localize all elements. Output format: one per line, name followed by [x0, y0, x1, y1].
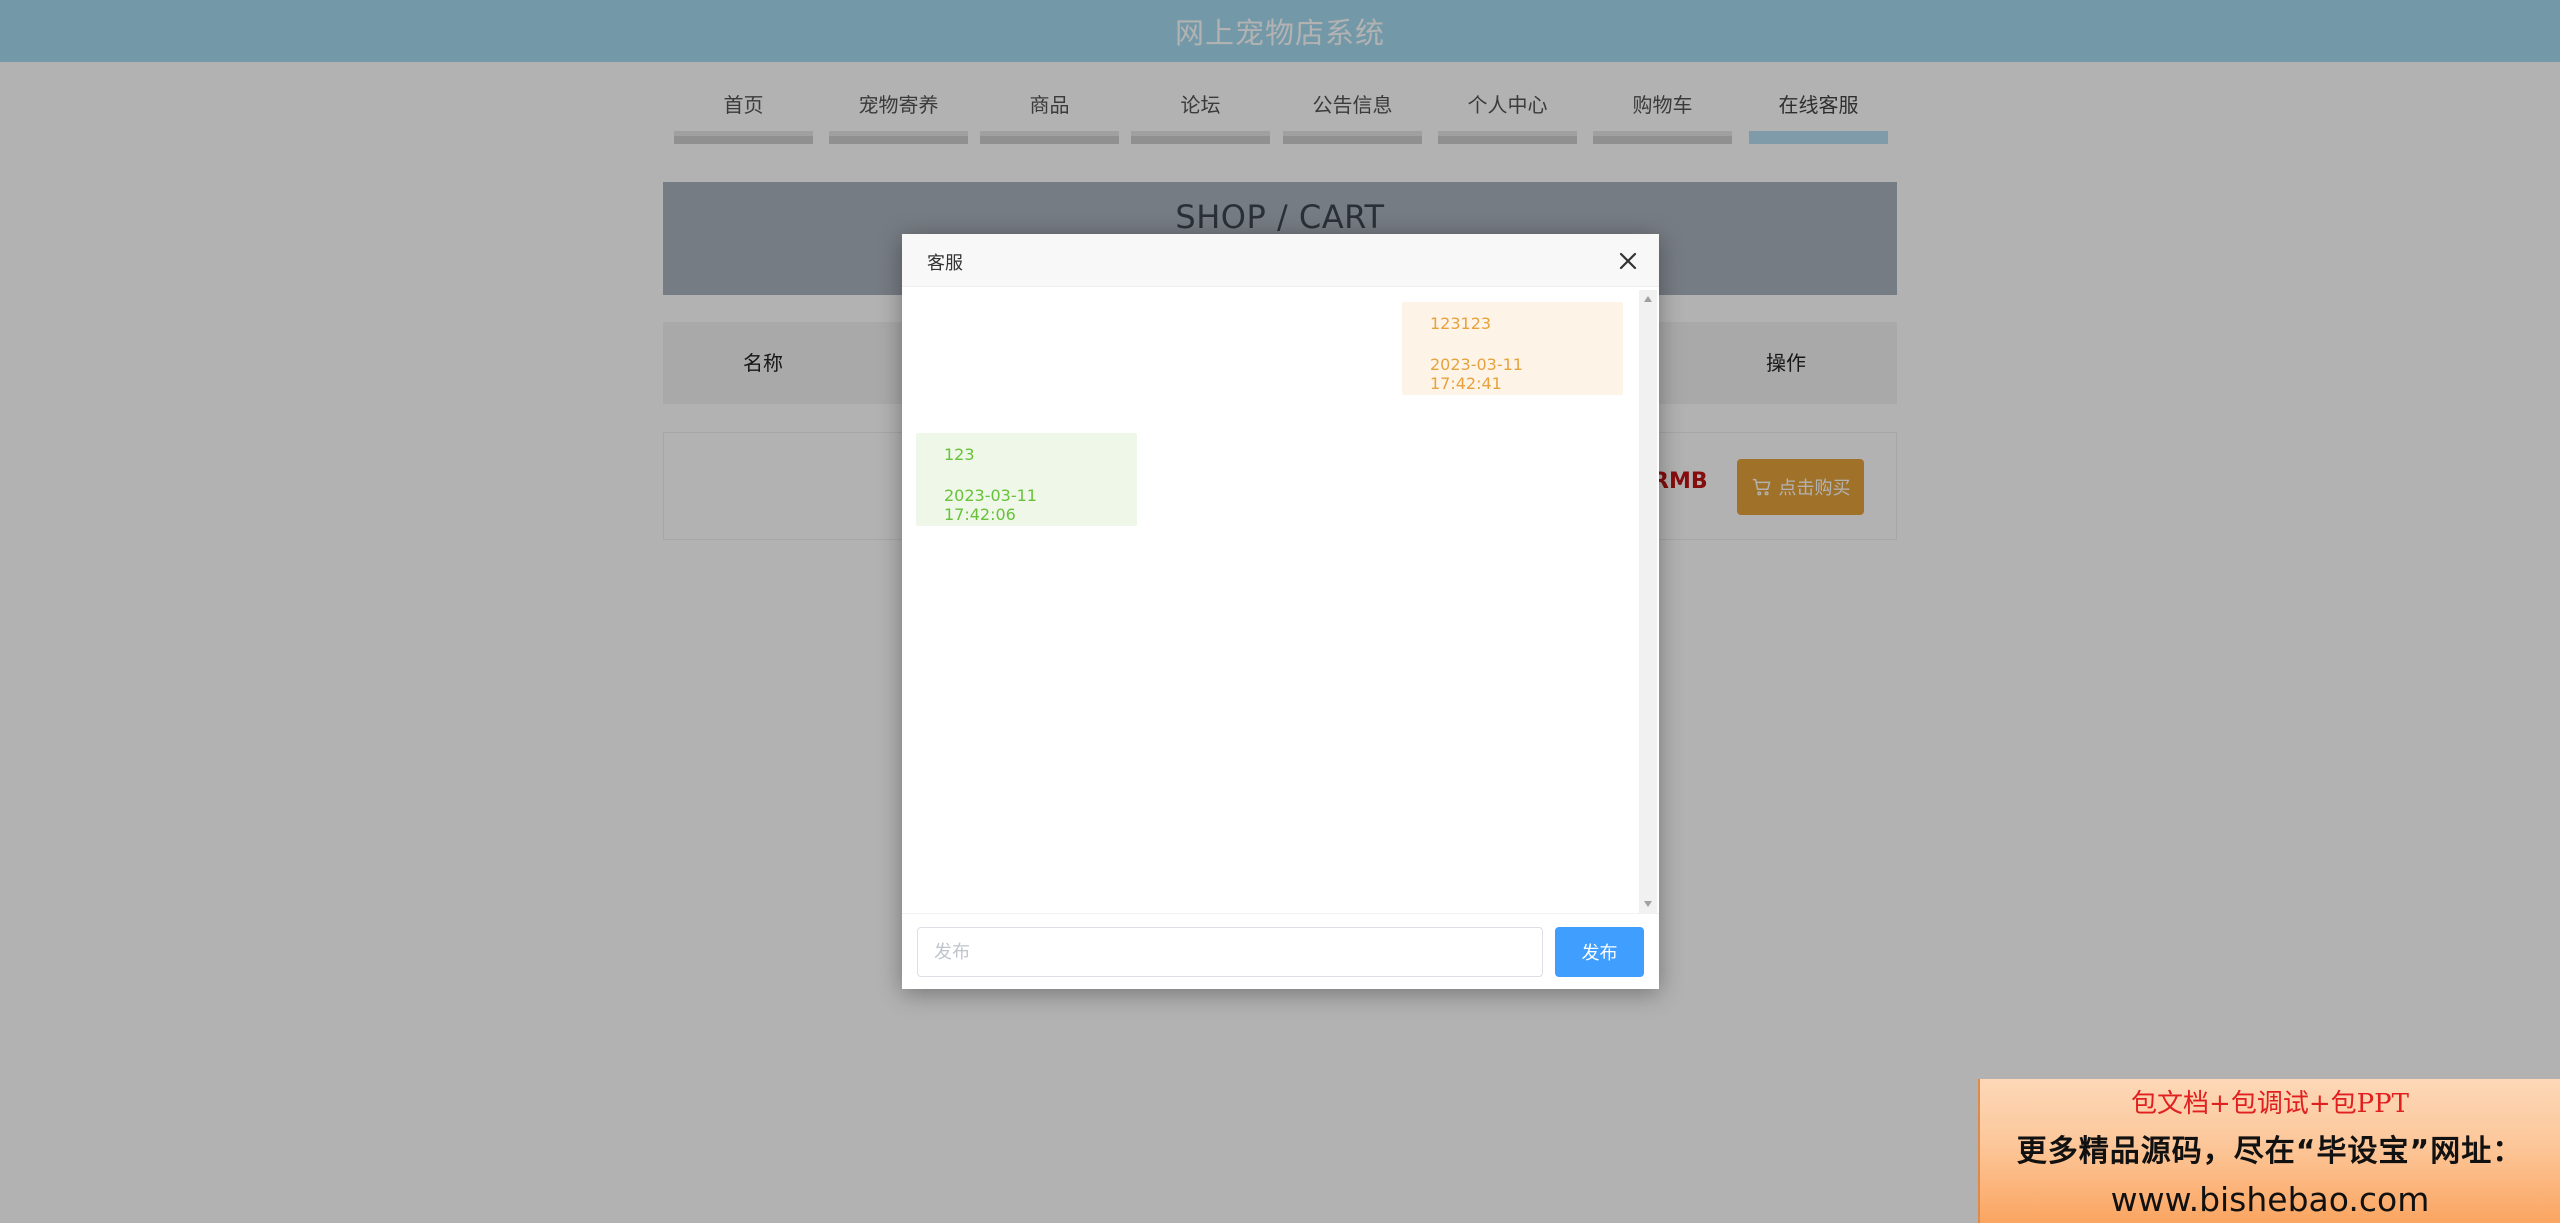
- message-bubble-agent: 123123 2023-03-11 17:42:41: [1402, 302, 1623, 395]
- customer-service-dialog: 客服 123123 2023-03-11 17:42:41 123 2023-0…: [902, 234, 1659, 989]
- close-icon[interactable]: [1617, 250, 1639, 272]
- ad-line-promo: 更多精品源码，尽在“毕设宝”网址：: [2016, 1134, 2524, 1169]
- ad-banner: 包文档+包调试+包PPT 更多精品源码，尽在“毕设宝”网址： www.bishe…: [1978, 1079, 2560, 1223]
- chat-scrollbar[interactable]: [1639, 290, 1657, 913]
- dialog-header: 客服: [902, 234, 1659, 287]
- message-bubble-user: 123 2023-03-11 17:42:06: [916, 433, 1137, 526]
- scroll-down-arrow-icon[interactable]: [1644, 901, 1652, 907]
- send-button[interactable]: 发布: [1555, 927, 1644, 977]
- chat-messages: 123123 2023-03-11 17:42:41 123 2023-03-1…: [902, 288, 1637, 1146]
- dialog-footer: 发布: [902, 913, 1659, 989]
- message-text: 123: [944, 445, 975, 464]
- dialog-title: 客服: [927, 253, 963, 274]
- message-text: 123123: [1430, 314, 1492, 333]
- scroll-up-arrow-icon[interactable]: [1644, 296, 1652, 302]
- message-input[interactable]: [917, 927, 1543, 977]
- message-time: 2023-03-11 17:42:06: [944, 486, 1037, 524]
- ad-line-services: 包文档+包调试+包PPT: [2131, 1089, 2409, 1119]
- ad-line-url: www.bishebao.com: [2110, 1180, 2430, 1219]
- message-time: 2023-03-11 17:42:41: [1430, 355, 1523, 393]
